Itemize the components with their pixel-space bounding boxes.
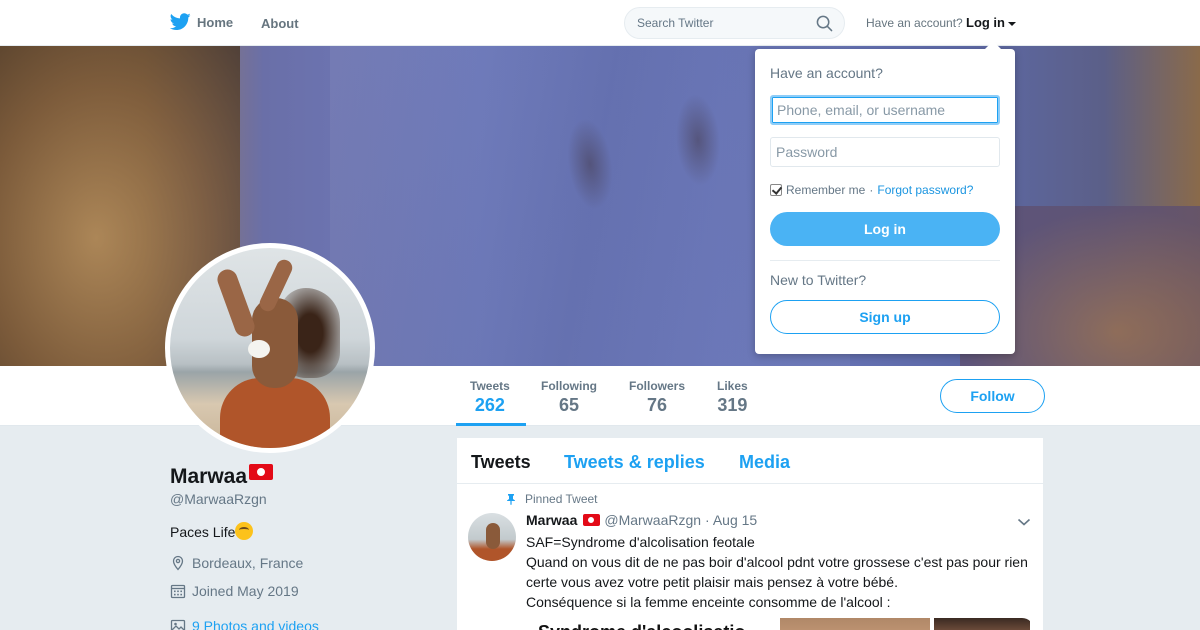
tweet-line: Quand on vous dit de ne pas boir d'alcoo… [526,554,1028,590]
stat-followers[interactable]: Followers 76 [629,379,685,416]
profile-handle[interactable]: @MarwaaRzgn [170,491,267,507]
photo-icon [170,619,186,630]
stat-following[interactable]: Following 65 [541,379,597,416]
login-toggle-label: Log in [966,15,1005,30]
location-text: Bordeaux, France [192,555,304,571]
tunisia-flag-icon [583,514,601,526]
nav-about-link[interactable]: About [261,16,299,31]
stat-value: 76 [646,395,668,415]
pinned-label: Pinned Tweet [525,492,598,506]
chevron-down-icon[interactable] [1017,517,1031,527]
tweet-date[interactable]: · Aug 15 [705,512,757,528]
separator-dot: · [869,183,874,197]
joined-text: Joined May 2019 [192,583,299,599]
active-stat-underline [456,423,526,426]
tweet-media-image[interactable] [934,618,1030,630]
tweet-text: SAF=Syndrome d'alcolisation feotale Quan… [526,532,1036,612]
divider [770,260,1000,261]
avatar-arm [214,266,258,340]
follow-button[interactable]: Follow [940,379,1045,413]
profile-joined: Joined May 2019 [170,583,299,599]
stat-value: 319 [717,395,748,415]
stat-label: Likes [717,379,748,393]
profile-bio: Paces Life [170,522,254,540]
remember-me-row: Remember me · Forgot password? [770,183,973,197]
tweet-header: Marwaa @MarwaaRzgn · Aug 15 [526,512,757,528]
profile-name-text: Marwaa [170,465,248,488]
pinned-indicator: Pinned Tweet [505,492,598,506]
new-to-twitter-text: New to Twitter? [770,272,867,288]
search-icon[interactable] [816,15,833,32]
stat-value: 65 [558,395,580,415]
timeline: Tweets Tweets & replies Media Pinned Twe… [456,437,1044,630]
remember-me-label[interactable]: Remember me [786,183,865,197]
tab-tweets[interactable]: Tweets [471,452,531,473]
caret-down-icon [1008,21,1016,26]
tweet-media[interactable]: Syndrome d'alcoolisatio [526,618,1034,630]
pin-icon [507,494,515,505]
tweet-author-avatar[interactable] [468,513,516,561]
tweet-media-image[interactable] [780,618,930,630]
twitter-bird-icon [170,13,191,31]
stat-label: Following [541,379,597,393]
login-dropdown: Have an account? Remember me · Forgot pa… [755,41,1015,354]
tab-tweets-replies[interactable]: Tweets & replies [564,452,705,473]
upside-down-face-emoji-icon [235,522,254,540]
forgot-password-link[interactable]: Forgot password? [877,183,973,197]
location-pin-icon [172,555,184,571]
signup-button[interactable]: Sign up [770,300,1000,334]
login-dropdown-toggle[interactable]: Log in [966,15,1016,30]
username-field[interactable] [770,95,1000,125]
avatar-shirt [220,378,330,448]
stat-label: Followers [629,379,686,393]
nav-home-label: Home [197,14,234,30]
dropdown-title: Have an account? [770,65,883,81]
search-input[interactable] [637,16,807,30]
tab-media[interactable]: Media [739,452,790,473]
footprint-image [672,92,724,188]
tweet-line: Conséquence si la femme enceinte consomm… [526,594,891,610]
tunisia-flag-icon [249,464,274,480]
avatar-flower [248,340,270,358]
calendar-icon [170,584,186,599]
timeline-tabs: Tweets Tweets & replies Media [457,438,1043,484]
photos-videos-label: 9 Photos and videos [192,618,319,630]
top-navigation: Home About Have an account? Log in [0,0,1200,46]
tweet-media-image[interactable]: Syndrome d'alcoolisatio [526,618,776,630]
nav-home-link[interactable]: Home [170,13,233,31]
tweet-author-handle[interactable]: @MarwaaRzgn [604,512,701,528]
tweet-author-name[interactable]: Marwaa [526,512,577,528]
remember-me-checkbox[interactable] [770,184,782,196]
stat-tweets[interactable]: Tweets 262 [470,379,510,416]
login-button[interactable]: Log in [770,212,1000,246]
have-account-text: Have an account? [866,16,963,30]
stat-likes[interactable]: Likes 319 [717,379,748,416]
stat-value: 262 [474,395,505,415]
stat-label: Tweets [470,379,510,393]
search-box[interactable] [624,7,845,39]
profile-avatar[interactable] [165,243,375,453]
bio-text: Paces Life [170,524,236,540]
tweet-line: SAF=Syndrome d'alcolisation feotale [526,534,755,550]
profile-name[interactable]: Marwaa [170,464,274,489]
password-field[interactable] [770,137,1000,167]
profile-location: Bordeaux, France [170,555,303,571]
photos-videos-link[interactable]: 9 Photos and videos [170,618,319,630]
